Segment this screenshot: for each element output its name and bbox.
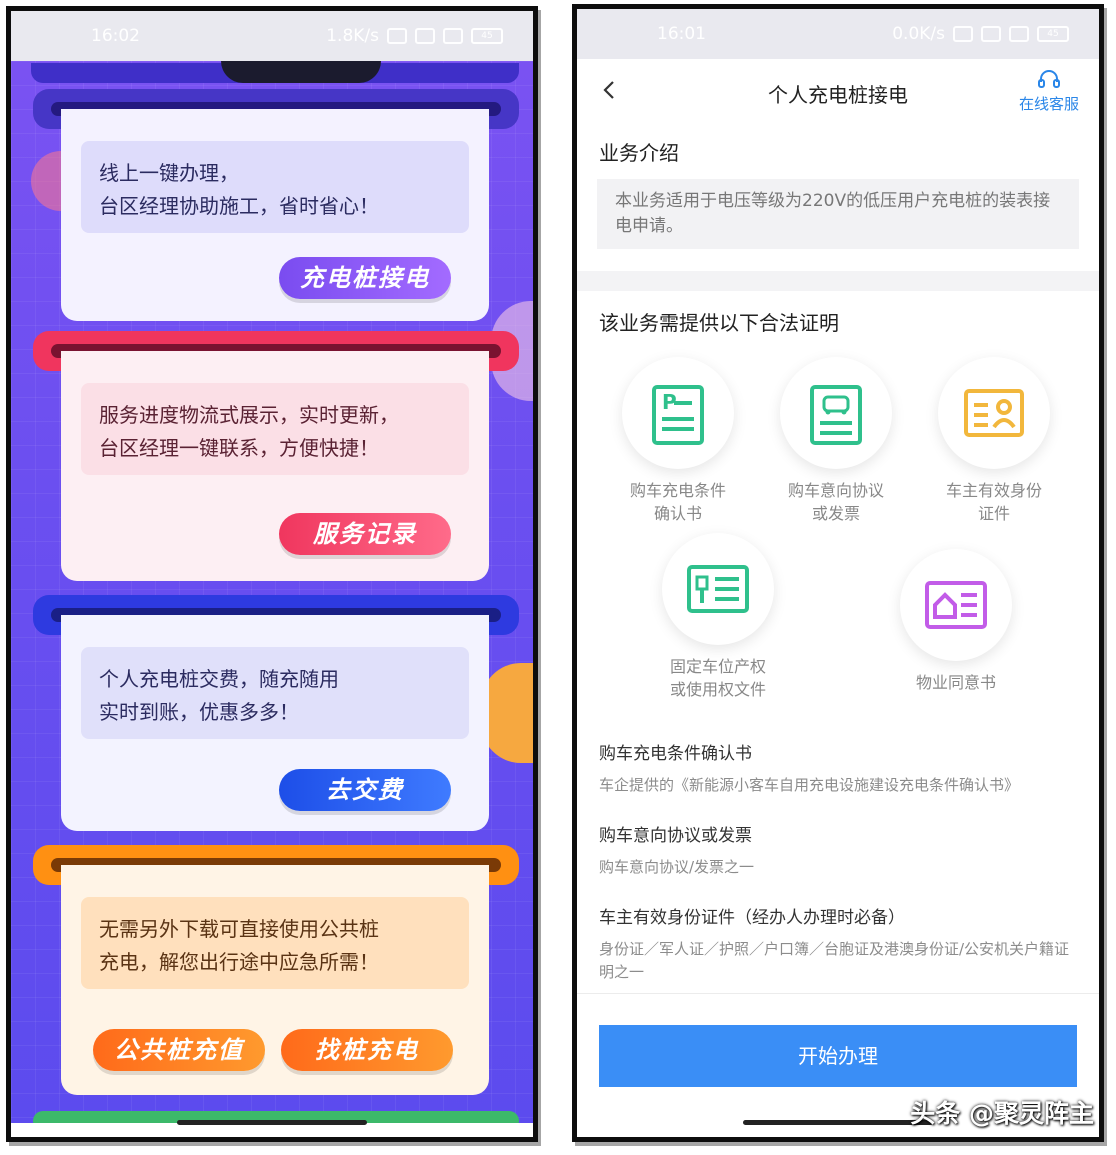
doc-item-property-consent[interactable]: 物业同意书 <box>881 549 1031 694</box>
requirement-name: 购车充电条件确认书 <box>599 744 752 764</box>
doc-label-line: 确认书 <box>653 504 702 523</box>
doc-label-line: 证件 <box>977 504 1010 523</box>
bottom-bar <box>11 1123 533 1137</box>
requirement-desc: 身份证／军人证／护照／户口簿／台胞证及港澳身份证/公安机关户籍证明之一 <box>599 940 1070 981</box>
intro-title: 业务介绍 <box>599 141 679 165</box>
id-card-icon <box>964 389 1024 437</box>
doc-label-line: 或发票 <box>811 504 860 523</box>
requirement-item: 购车意向协议或发票 购车意向协议/发票之一 <box>599 821 1077 879</box>
card-text: 个人充电桩交费，随充随用 实时到账，优惠多多！ <box>81 647 469 739</box>
doc-icon-circle <box>938 357 1050 469</box>
right-phone-screen: 16:01 0.0K/s 45 个人充电桩接电 在线客服 业务介绍 本业务适用于… <box>572 4 1104 1142</box>
doc-item-owner-id[interactable]: 车主有效身份 证件 <box>919 357 1069 525</box>
start-button[interactable]: 开始办理 <box>599 1025 1077 1087</box>
requirement-desc: 车企提供的《新能源小客车自用充电设施建设充电条件确认书》 <box>599 776 1020 794</box>
doc-item-parking-right[interactable]: 固定车位产权 或使用权文件 <box>643 533 793 701</box>
online-service-label: 在线客服 <box>1018 95 1079 113</box>
card-text-line: 台区经理一键联系，方便快捷！ <box>99 436 379 460</box>
pay-fee-button[interactable]: 去交费 <box>279 769 451 811</box>
doc-label-line: 固定车位产权 <box>669 657 766 676</box>
requirement-desc: 购车意向协议/发票之一 <box>599 858 755 876</box>
service-card: 个人充电桩交费，随充随用 实时到账，优惠多多！ 去交费 <box>61 615 489 831</box>
card-text-line: 线上一键办理， <box>99 161 239 185</box>
decor-circle <box>481 663 533 763</box>
divider <box>577 993 1099 994</box>
doc-label-line: 购车意向协议 <box>787 481 884 500</box>
wifi-icon <box>443 28 463 44</box>
doc-icon-circle <box>780 357 892 469</box>
service-card: 服务进度物流式展示，实时更新， 台区经理一键联系，方便快捷！ 服务记录 <box>61 351 489 581</box>
card-text-line: 无需另外下载可直接使用公共桩 <box>99 917 379 941</box>
service-card: 线上一键办理， 台区经理协助施工，省时省心！ 充电桩接电 <box>61 109 489 321</box>
doc-icon-circle <box>900 549 1012 661</box>
doc-label: 购车意向协议 或发票 <box>761 479 911 525</box>
battery-icon: 45 <box>1037 26 1069 42</box>
charging-pile-connect-button[interactable]: 充电桩接电 <box>279 257 451 299</box>
car-document-icon <box>810 385 862 445</box>
parking-certificate-icon <box>687 565 749 613</box>
public-pile-recharge-button[interactable]: 公共桩充值 <box>93 1029 265 1071</box>
service-card: 无需另外下载可直接使用公共桩 充电，解您出行途中应急所需！ 公共桩充值 找桩充电 <box>61 865 489 1095</box>
doc-label: 物业同意书 <box>881 671 1031 694</box>
alarm-icon <box>387 28 407 44</box>
requirement-name: 购车意向协议或发票 <box>599 826 752 846</box>
doc-icon-circle <box>662 533 774 645</box>
docs-title: 该业务需提供以下合法证明 <box>599 311 839 335</box>
car-image <box>221 61 381 83</box>
card-text-line: 个人充电桩交费，随充随用 <box>99 667 339 691</box>
doc-item-purchase-condition[interactable]: P 购车充电条件 确认书 <box>603 357 753 525</box>
card-text: 服务进度物流式展示，实时更新， 台区经理一键联系，方便快捷！ <box>81 383 469 475</box>
intro-text: 本业务适用于电压等级为220V的低压用户充电桩的装表接电申请。 <box>597 179 1079 249</box>
card-text: 无需另外下载可直接使用公共桩 充电，解您出行途中应急所需！ <box>81 897 469 989</box>
doc-icon-circle: P <box>622 357 734 469</box>
card-text-line: 台区经理协助施工，省时省心！ <box>99 194 379 218</box>
requirement-item: 车主有效身份证件（经办人办理时必备） 身份证／军人证／护照／户口簿／台胞证及港澳… <box>599 903 1077 984</box>
section-divider <box>577 271 1099 291</box>
network-speed: 0.0K/s <box>892 24 945 44</box>
online-service-button[interactable]: 在线客服 <box>1019 69 1079 114</box>
signal-icon <box>981 26 1001 42</box>
battery-icon: 45 <box>471 28 503 44</box>
status-time: 16:02 <box>91 26 140 46</box>
doc-label: 车主有效身份 证件 <box>919 479 1069 525</box>
network-speed: 1.8K/s <box>326 26 379 46</box>
watermark: 头条 @聚灵阵主 <box>910 1099 1094 1128</box>
home-indicator[interactable] <box>743 1120 933 1125</box>
card-text-line: 充电，解您出行途中应急所需！ <box>99 950 379 974</box>
find-pile-charge-button[interactable]: 找桩充电 <box>281 1029 453 1071</box>
doc-label: 购车充电条件 确认书 <box>603 479 753 525</box>
doc-label-line: 车主有效身份 <box>945 481 1042 500</box>
alarm-icon <box>953 26 973 42</box>
doc-label: 固定车位产权 或使用权文件 <box>643 655 793 701</box>
requirement-name: 车主有效身份证件（经办人办理时必备） <box>599 908 905 928</box>
left-phone-screen: 16:02 1.8K/s 45 线上一键办理， 台区经理协助施工，省时省心！ 充… <box>6 6 538 1142</box>
property-consent-icon <box>925 581 987 629</box>
signal-icon <box>415 28 435 44</box>
wifi-icon <box>1009 26 1029 42</box>
nav-bar: 个人充电桩接电 在线客服 <box>577 59 1099 125</box>
status-bar: 16:01 0.0K/s 45 <box>577 9 1099 59</box>
card-text-line: 服务进度物流式展示，实时更新， <box>99 403 399 427</box>
doc-label-line: 购车充电条件 <box>629 481 726 500</box>
card-text: 线上一键办理， 台区经理协助施工，省时省心！ <box>81 141 469 233</box>
doc-label-line: 或使用权文件 <box>669 680 766 699</box>
status-bar: 16:02 1.8K/s 45 <box>11 11 533 61</box>
document-p-icon: P <box>652 385 704 445</box>
doc-label-line: 物业同意书 <box>915 673 996 692</box>
service-records-button[interactable]: 服务记录 <box>279 513 451 555</box>
doc-item-purchase-intent[interactable]: 购车意向协议 或发票 <box>761 357 911 525</box>
status-time: 16:01 <box>657 24 706 44</box>
home-indicator[interactable] <box>177 1120 367 1125</box>
requirement-item: 购车充电条件确认书 车企提供的《新能源小客车自用充电设施建设充电条件确认书》 <box>599 739 1077 797</box>
headset-icon <box>1037 70 1060 88</box>
card-text-line: 实时到账，优惠多多！ <box>99 700 299 724</box>
